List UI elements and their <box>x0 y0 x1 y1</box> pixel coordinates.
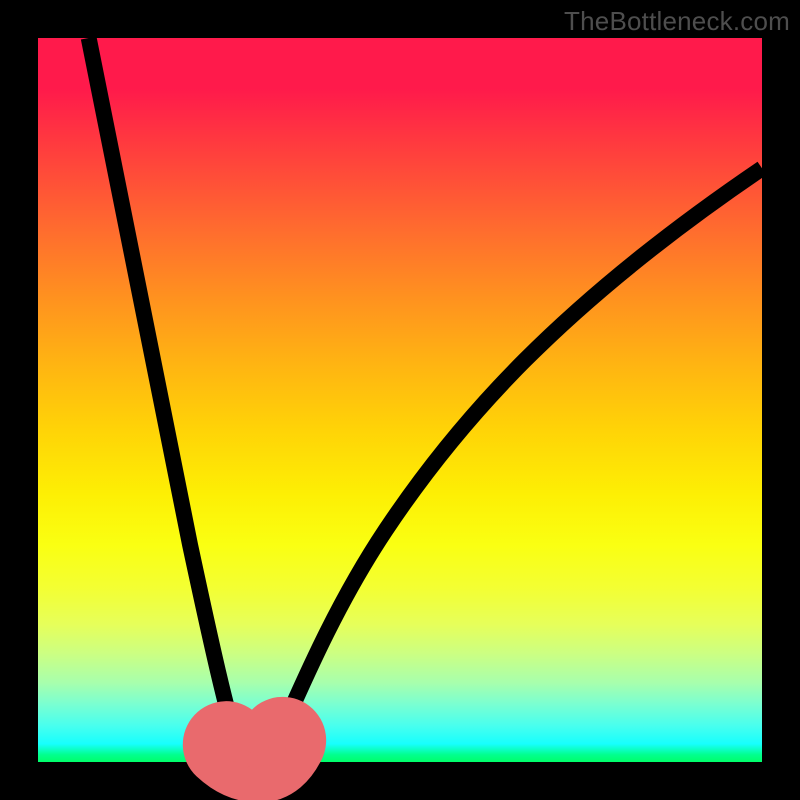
chart-frame: TheBottleneck.com <box>0 0 800 800</box>
marker-point <box>214 730 231 747</box>
marker-point <box>268 739 285 756</box>
curve-layer <box>38 38 762 762</box>
left-branch-line <box>89 38 241 757</box>
watermark-text: TheBottleneck.com <box>564 6 790 37</box>
right-branch-line <box>270 168 762 757</box>
marker-point <box>279 721 296 738</box>
